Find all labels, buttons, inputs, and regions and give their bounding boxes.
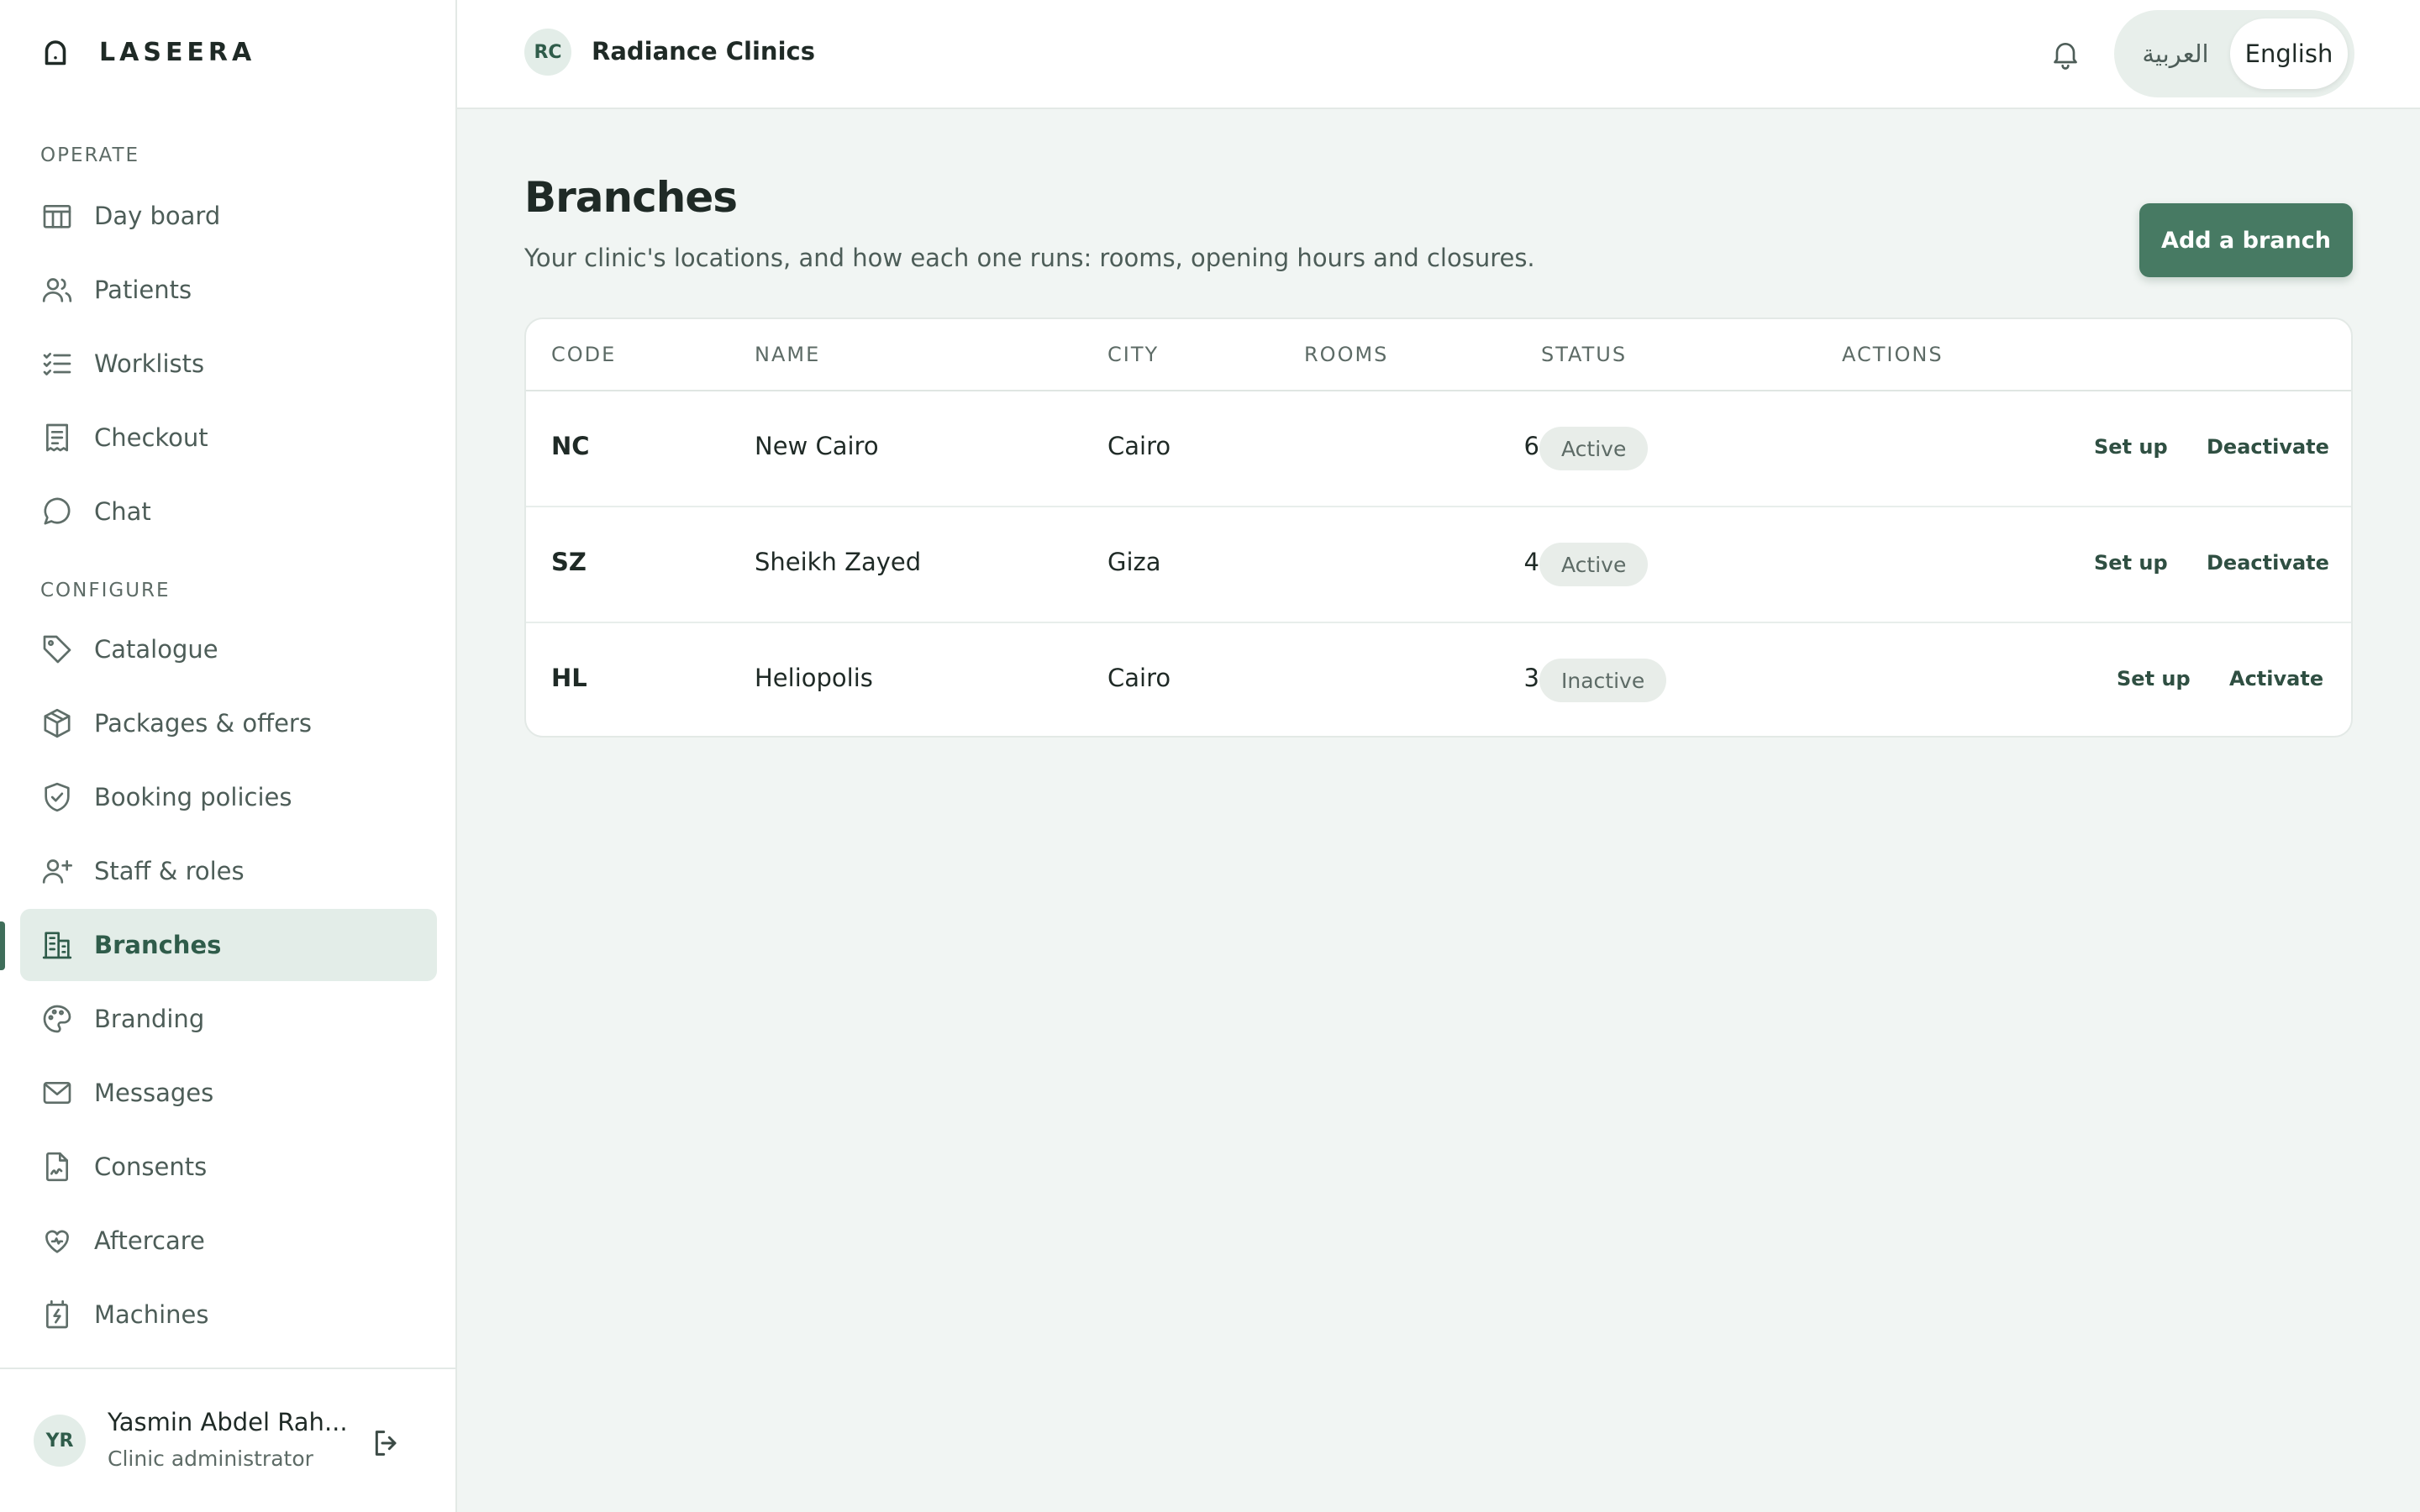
- package-icon: [44, 708, 71, 738]
- table-row: SZ Sheikh Zayed Giza 4 Active Set up Dea…: [526, 507, 2351, 623]
- users-icon: [42, 278, 72, 302]
- nav-item-messages[interactable]: Messages: [20, 1057, 437, 1129]
- receipt-icon: [46, 423, 68, 452]
- column-header-name: NAME: [755, 343, 821, 366]
- nav-item-chat[interactable]: Chat: [20, 475, 437, 548]
- nav-item-staff-roles[interactable]: Staff & roles: [20, 835, 437, 907]
- status-badge: Active: [1539, 543, 1649, 586]
- signed-document-icon: [46, 1152, 68, 1182]
- nav-item-label: Branding: [94, 1005, 205, 1033]
- cell-name: Heliopolis: [755, 664, 873, 692]
- deactivate-button[interactable]: Deactivate: [2207, 551, 2329, 575]
- status-badge: Active: [1539, 427, 1649, 470]
- cell-code: HL: [551, 664, 587, 692]
- machine-bolt-icon: [46, 1299, 68, 1329]
- nav-item-machines[interactable]: Machines: [20, 1278, 437, 1351]
- user-plus-icon: [42, 859, 72, 884]
- nav-item-label: Checkout: [94, 423, 208, 452]
- section-label-operate: OPERATE: [40, 144, 140, 166]
- cell-code: SZ: [551, 548, 587, 576]
- user-name: Yasmin Abdel Rah...: [108, 1408, 348, 1436]
- nav-item-label: Messages: [94, 1079, 214, 1107]
- cell-city: Cairo: [1107, 432, 1171, 460]
- table-row: NC New Cairo Cairo 6 Active Set up Deact…: [526, 391, 2351, 507]
- page-title: Branches: [524, 173, 738, 222]
- nav-item-label: Chat: [94, 497, 151, 526]
- nav-item-label: Booking policies: [94, 783, 292, 811]
- status-badge: Inactive: [1539, 659, 1667, 702]
- table-row: HL Heliopolis Cairo 3 Inactive Set up Ac…: [526, 623, 2351, 736]
- org-avatar[interactable]: RC: [524, 29, 571, 76]
- sidebar: LASEERA OPERATE Day board Patients Workl…: [0, 0, 457, 1512]
- column-header-status: STATUS: [1541, 343, 1628, 366]
- nav-item-consents[interactable]: Consents: [20, 1131, 437, 1203]
- nav-item-label: Staff & roles: [94, 857, 245, 885]
- bell-icon[interactable]: [2049, 37, 2082, 71]
- brand[interactable]: LASEERA: [40, 37, 255, 67]
- nav-item-patients[interactable]: Patients: [20, 254, 437, 326]
- chat-bubble-icon: [44, 497, 71, 525]
- cell-name: New Cairo: [755, 432, 879, 460]
- building-icon: [42, 932, 72, 959]
- add-branch-button[interactable]: Add a branch: [2139, 203, 2353, 277]
- nav-item-label: Patients: [94, 276, 192, 304]
- nav-item-label: Branches: [94, 931, 222, 959]
- nav-item-packages-offers[interactable]: Packages & offers: [20, 687, 437, 759]
- mail-icon: [43, 1082, 71, 1104]
- calendar-board-icon: [43, 204, 71, 228]
- user-avatar[interactable]: YR: [34, 1415, 86, 1467]
- logout-icon[interactable]: [370, 1426, 403, 1460]
- column-header-code: CODE: [551, 343, 617, 366]
- nav-item-branding[interactable]: Branding: [20, 983, 437, 1055]
- column-header-city: CITY: [1107, 343, 1160, 366]
- branches-table: CODE NAME CITY ROOMS STATUS ACTIONS NC N…: [524, 318, 2353, 738]
- nav-item-label: Day board: [94, 202, 221, 230]
- nav-item-worklists[interactable]: Worklists: [20, 328, 437, 400]
- setup-button[interactable]: Set up: [2094, 551, 2168, 575]
- nav-item-checkout[interactable]: Checkout: [20, 402, 437, 474]
- nav-item-label: Worklists: [94, 349, 205, 378]
- cell-code: NC: [551, 432, 590, 460]
- heart-care-icon: [45, 1230, 69, 1253]
- nav-item-catalogue[interactable]: Catalogue: [20, 613, 437, 685]
- nav-item-aftercare[interactable]: Aftercare: [20, 1205, 437, 1277]
- user-role: Clinic administrator: [108, 1446, 313, 1471]
- cell-rooms: 3: [1523, 664, 1539, 692]
- language-toggle: العربية English: [2114, 10, 2354, 97]
- nav-item-label: Aftercare: [94, 1226, 205, 1255]
- deactivate-button[interactable]: Deactivate: [2207, 435, 2329, 459]
- setup-button[interactable]: Set up: [2094, 435, 2168, 459]
- list-check-icon: [43, 353, 71, 375]
- top-bar: RC Radiance Clinics العربية English: [457, 0, 2420, 109]
- nav-item-booking-policies[interactable]: Booking policies: [20, 761, 437, 833]
- nav-item-day-board[interactable]: Day board: [20, 180, 437, 252]
- shield-check-icon: [45, 782, 70, 812]
- page-subtitle: Your clinic's locations, and how each on…: [524, 244, 1535, 272]
- activate-button[interactable]: Activate: [2229, 667, 2323, 690]
- nav-item-label: Packages & offers: [94, 709, 312, 738]
- setup-button[interactable]: Set up: [2117, 667, 2191, 690]
- cell-city: Cairo: [1107, 664, 1171, 692]
- column-header-rooms: ROOMS: [1304, 343, 1389, 366]
- column-header-actions: ACTIONS: [1842, 343, 1944, 366]
- palette-icon: [43, 1005, 71, 1033]
- tag-icon: [43, 635, 71, 664]
- nav-item-label: Machines: [94, 1300, 209, 1329]
- brand-name: LASEERA: [99, 37, 256, 67]
- brand-logo-icon: [45, 40, 66, 66]
- nav-item-label: Consents: [94, 1152, 208, 1181]
- org-name[interactable]: Radiance Clinics: [592, 37, 815, 66]
- lang-option-arabic[interactable]: العربية: [2123, 18, 2228, 89]
- active-indicator: [0, 921, 5, 970]
- lang-option-english[interactable]: English: [2230, 18, 2348, 89]
- cell-name: Sheikh Zayed: [755, 548, 922, 576]
- user-panel: YR Yasmin Abdel Rah... Clinic administra…: [0, 1368, 455, 1512]
- section-label-configure: CONFIGURE: [40, 580, 171, 601]
- nav-item-branches[interactable]: Branches: [20, 909, 437, 981]
- cell-city: Giza: [1107, 548, 1161, 576]
- cell-rooms: 4: [1523, 548, 1539, 576]
- table-header: CODE NAME CITY ROOMS STATUS ACTIONS: [526, 319, 2351, 391]
- nav-item-label: Catalogue: [94, 635, 218, 664]
- cell-rooms: 6: [1523, 432, 1539, 460]
